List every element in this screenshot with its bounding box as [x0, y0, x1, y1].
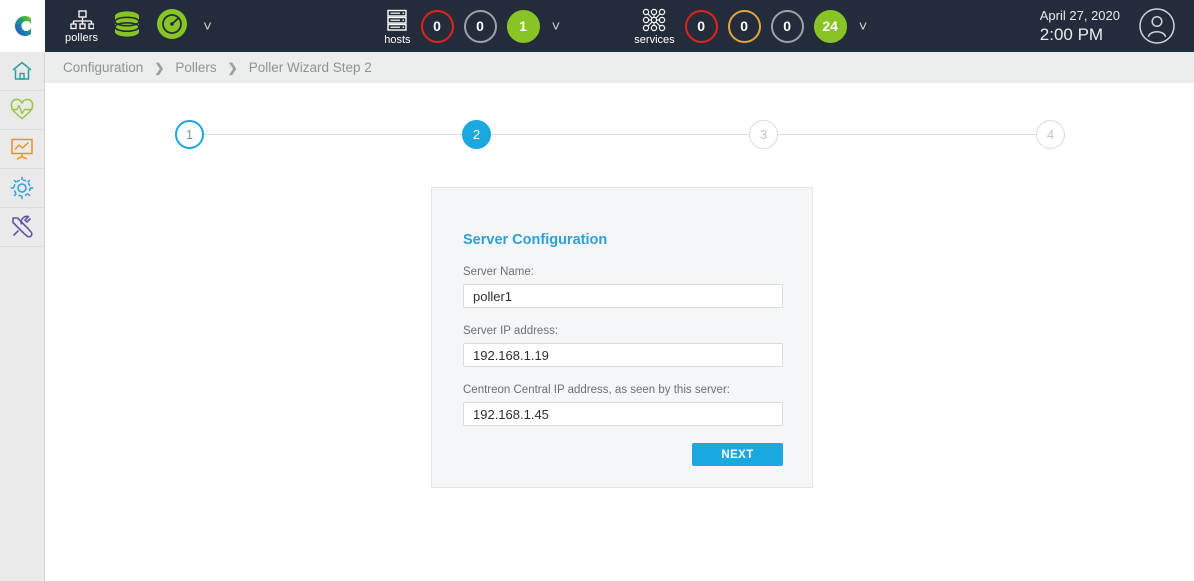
server-configuration-card: Server Configuration Server Name: Server… [431, 187, 813, 488]
server-name-input[interactable] [463, 284, 783, 308]
breadcrumb-separator-icon: ❯ [228, 61, 238, 75]
heartbeat-icon [9, 98, 35, 122]
sitemap-icon [70, 10, 94, 31]
next-button[interactable]: NEXT [692, 443, 783, 466]
pollers-indicator[interactable]: pollers [65, 10, 98, 44]
stepper-connector [778, 134, 1036, 135]
current-date: April 27, 2020 [1040, 7, 1120, 24]
topbar-spacer-left [214, 0, 384, 52]
page-title: Server Configuration [463, 232, 781, 248]
tools-icon [9, 214, 35, 240]
card-actions: NEXT [463, 443, 783, 466]
pollers-group: pollers ˅ [45, 0, 214, 52]
datetime-display: April 27, 2020 2:00 PM [1040, 0, 1120, 52]
gauge-icon [156, 8, 188, 40]
services-ok-count[interactable]: 24 [814, 10, 847, 43]
pollers-label: pollers [65, 32, 98, 44]
services-unknown-count[interactable]: 0 [771, 10, 804, 43]
breadcrumb: Configuration ❯ Pollers ❯ Poller Wizard … [45, 52, 1194, 83]
breadcrumb-item-configuration[interactable]: Configuration [63, 60, 143, 75]
chart-board-icon [9, 136, 35, 162]
left-sidebar [0, 52, 45, 581]
stepper-connector [491, 134, 749, 135]
sidebar-item-administration[interactable] [0, 208, 44, 247]
card-inner: Server Configuration Server Name: Server… [432, 188, 812, 466]
hosts-unreachable-count[interactable]: 0 [464, 10, 497, 43]
sidebar-item-home[interactable] [0, 52, 44, 91]
wizard-step-2[interactable]: 2 [462, 120, 491, 149]
wizard-step-1[interactable]: 1 [175, 120, 204, 149]
centreon-logo-icon [9, 12, 37, 40]
services-indicator[interactable]: services [634, 8, 674, 46]
sidebar-item-configuration[interactable] [0, 169, 44, 208]
sidebar-item-reporting[interactable] [0, 130, 44, 169]
pollers-chevron-down-icon[interactable]: ˅ [201, 19, 214, 34]
wizard-stepper: 1 2 3 4 [175, 114, 1065, 154]
server-name-label: Server Name: [463, 266, 781, 278]
user-menu-button[interactable] [1138, 0, 1176, 52]
stepper-connector [204, 134, 462, 135]
breadcrumb-item-pollers[interactable]: Pollers [175, 60, 216, 75]
gear-icon [9, 175, 35, 201]
server-rack-icon [385, 8, 409, 32]
centreon-central-ip-address-input[interactable] [463, 402, 783, 426]
centreon-central-ip-address-label: Centreon Central IP address, as seen by … [463, 384, 781, 396]
services-grid-icon [641, 8, 667, 32]
wizard-step-4[interactable]: 4 [1036, 120, 1065, 149]
services-status-group: services 0 0 0 24 ˅ [634, 0, 869, 52]
hosts-label: hosts [384, 34, 410, 46]
current-time: 2:00 PM [1040, 24, 1103, 45]
wizard-step-3[interactable]: 3 [749, 120, 778, 149]
home-icon [10, 59, 34, 83]
services-critical-count[interactable]: 0 [685, 10, 718, 43]
services-label: services [634, 34, 674, 46]
breadcrumb-item-current: Poller Wizard Step 2 [249, 60, 372, 75]
hosts-chevron-down-icon[interactable]: ˅ [550, 19, 563, 34]
topbar-spacer-right [869, 0, 1039, 52]
centreon-logo[interactable] [0, 0, 45, 52]
sidebar-item-monitoring[interactable] [0, 91, 44, 130]
user-avatar-icon [1138, 7, 1176, 45]
services-chevron-down-icon[interactable]: ˅ [857, 19, 870, 34]
breadcrumb-separator-icon: ❯ [154, 61, 164, 75]
hosts-up-count[interactable]: 1 [507, 10, 540, 43]
database-icon [111, 8, 143, 40]
pollers-database-status[interactable] [111, 8, 143, 45]
server-ip-address-label: Server IP address: [463, 325, 781, 337]
main-content: 1 2 3 4 Server Configuration Server Name… [45, 83, 1194, 581]
server-ip-address-input[interactable] [463, 343, 783, 367]
pollers-engine-status[interactable] [156, 8, 188, 45]
top-bar: pollers ˅ [0, 0, 1194, 52]
hosts-status-group: hosts 0 0 1 ˅ [384, 0, 562, 52]
hosts-down-count[interactable]: 0 [421, 10, 454, 43]
services-warning-count[interactable]: 0 [728, 10, 761, 43]
hosts-indicator[interactable]: hosts [384, 8, 410, 46]
